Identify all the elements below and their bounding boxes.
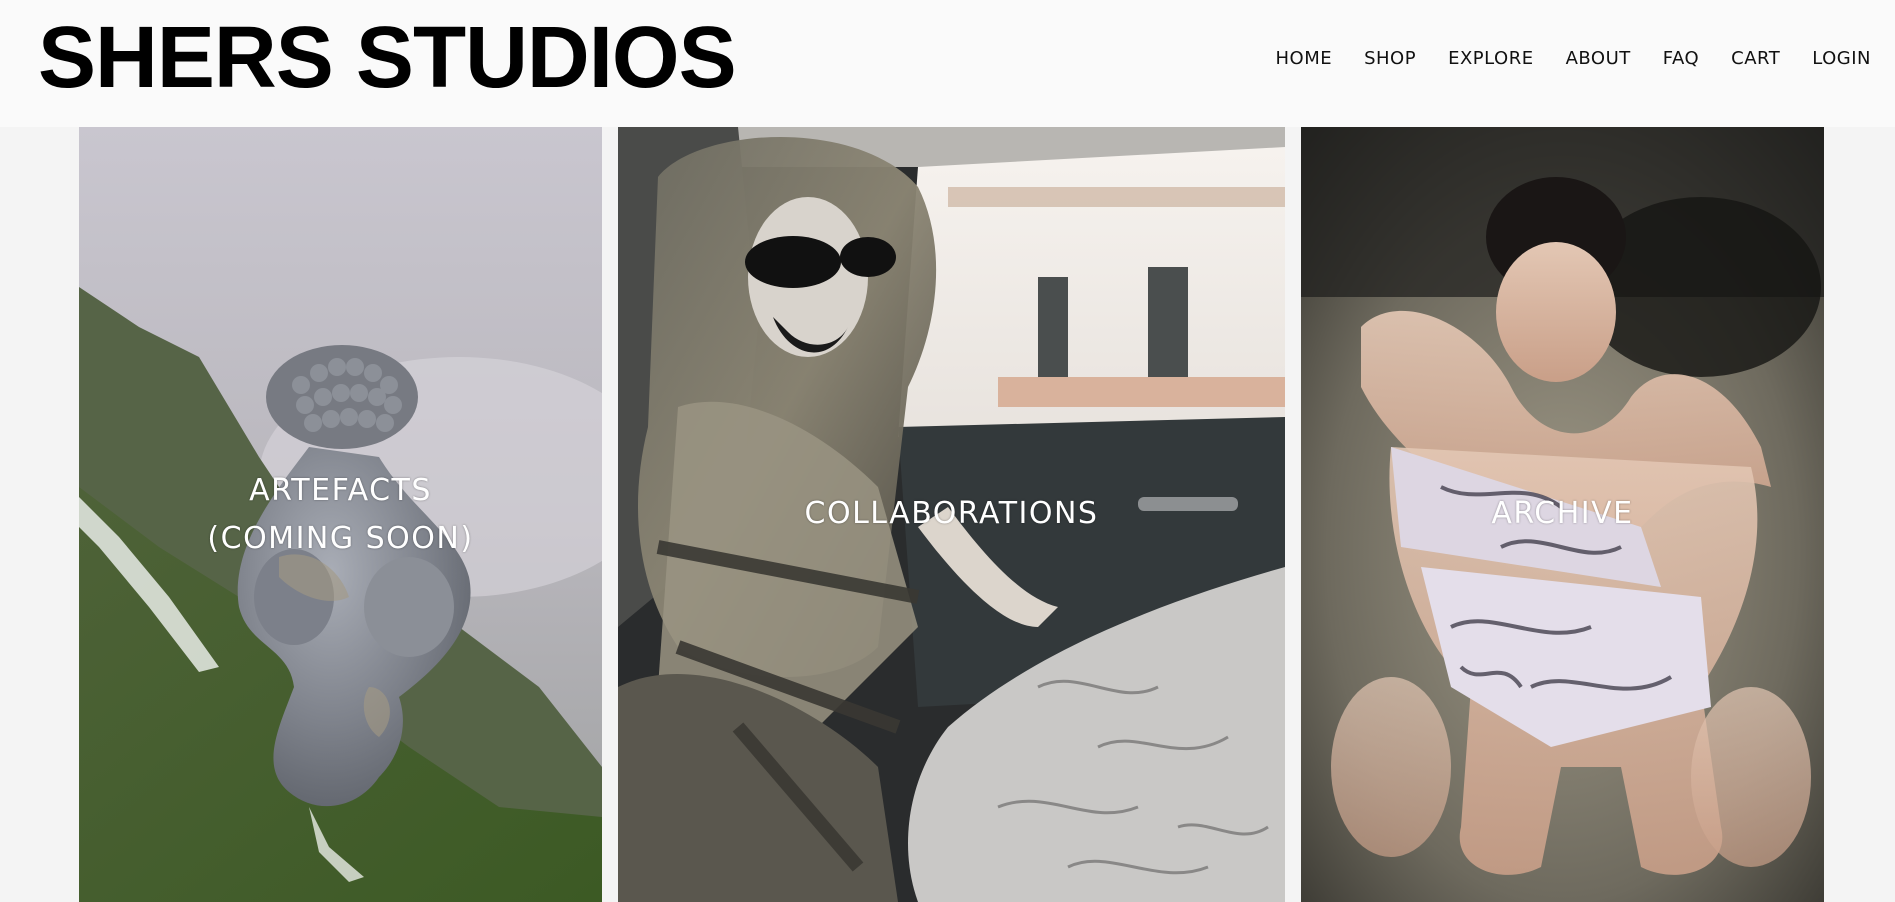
nav-shop[interactable]: SHOP bbox=[1364, 48, 1416, 69]
collaborations-label[interactable]: COLLABORATIONS bbox=[618, 490, 1285, 538]
nav-cart[interactable]: CART bbox=[1731, 48, 1780, 69]
nav-login[interactable]: LOGIN bbox=[1812, 48, 1871, 69]
site-header: SHERS STUDIOS HOME SHOP EXPLORE ABOUT FA… bbox=[0, 0, 1895, 127]
artefacts-subtitle: (COMING SOON) bbox=[207, 521, 474, 556]
nav-about[interactable]: ABOUT bbox=[1566, 48, 1631, 69]
collaborations-panel[interactable]: COLLABORATIONS bbox=[618, 127, 1285, 902]
site-logo[interactable]: SHERS STUDIOS bbox=[38, 14, 737, 101]
artefacts-title: ARTEFACTS bbox=[249, 473, 432, 508]
artefacts-panel[interactable]: ARTEFACTS (COMING SOON) bbox=[79, 127, 602, 902]
archive-label[interactable]: ARCHIVE bbox=[1301, 490, 1824, 538]
artefacts-label[interactable]: ARTEFACTS (COMING SOON) bbox=[79, 467, 602, 563]
archive-panel[interactable]: ARCHIVE bbox=[1301, 127, 1824, 902]
nav-explore[interactable]: EXPLORE bbox=[1448, 48, 1534, 69]
nav-home[interactable]: HOME bbox=[1275, 48, 1332, 69]
main-nav: HOME SHOP EXPLORE ABOUT FAQ CART LOGIN bbox=[1243, 48, 1871, 69]
nav-faq[interactable]: FAQ bbox=[1663, 48, 1699, 69]
